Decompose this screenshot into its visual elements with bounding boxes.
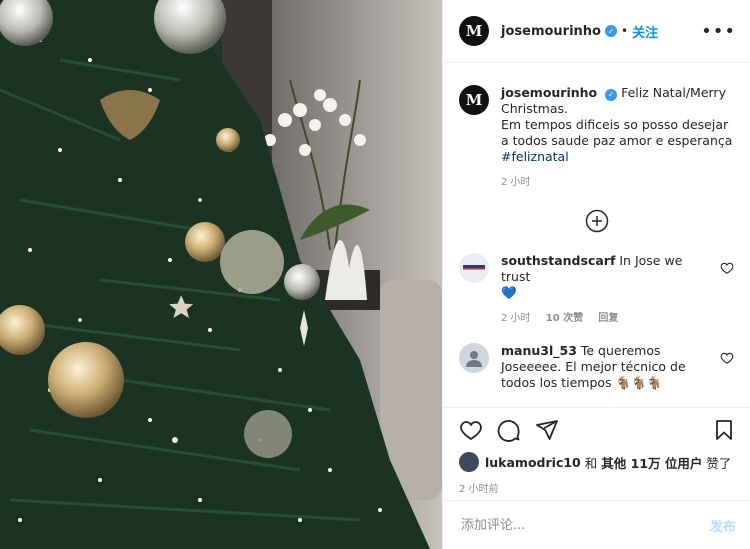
comments-section: M josemourinho ✓ Feliz Natal/Merry Chris… [443, 63, 750, 407]
comment-icon[interactable] [497, 418, 521, 442]
caption: M josemourinho ✓ Feliz Natal/Merry Chris… [443, 85, 750, 191]
comment-extra: 💙 [501, 285, 517, 300]
add-comment-bar: 发布 [443, 500, 750, 549]
comment-like-heart-icon[interactable] [720, 261, 734, 275]
likes-others[interactable]: 其他 11万 位用户 [601, 453, 702, 472]
comment: southstandscarf In Jose we trust 💙 2 小时 … [443, 253, 750, 327]
load-more-comments[interactable] [443, 209, 750, 233]
comment-body: manu3l_53 Te queremos Joseeeee. El mejor… [501, 343, 714, 391]
caption-body: josemourinho ✓ Feliz Natal/Merry Christm… [501, 85, 734, 191]
post-side-panel: M josemourinho ✓ • 关注 ••• M josemourinho… [442, 0, 750, 549]
bookmark-icon[interactable] [712, 418, 736, 442]
post-photo [0, 0, 442, 549]
post-comment-button[interactable]: 发布 [710, 516, 736, 535]
liker-avatar[interactable] [459, 452, 479, 472]
comment-like-heart-icon[interactable] [720, 351, 734, 365]
comment-time[interactable]: 2 小时 [501, 313, 531, 324]
post-actions: lukamodric10 和 其他 11万 位用户 赞了 2 小时前 [443, 407, 750, 495]
follow-button[interactable]: 关注 [632, 22, 658, 41]
commenter-avatar[interactable] [459, 343, 489, 373]
author-avatar[interactable]: M [459, 16, 489, 46]
liker-username[interactable]: lukamodric10 [485, 455, 581, 470]
post-modal: M josemourinho ✓ • 关注 ••• M josemourinho… [0, 0, 750, 549]
avatar-letter: M [465, 91, 483, 109]
more-icon[interactable]: ••• [701, 21, 736, 42]
comment-username[interactable]: manu3l_53 [501, 343, 577, 358]
likes-and: 和 [584, 455, 598, 471]
caption-username[interactable]: josemourinho [501, 85, 597, 100]
comment-body: southstandscarf In Jose we trust 💙 2 小时 … [501, 253, 714, 327]
scarf-logo-icon [463, 265, 485, 270]
comment-meta: 2 小时 10 次赞 回复 [501, 311, 714, 327]
comment-input[interactable] [459, 516, 710, 534]
hashtag-link[interactable]: #feliznatal [501, 149, 569, 164]
add-comments-icon[interactable] [585, 209, 609, 233]
caption-avatar[interactable]: M [459, 85, 489, 115]
comment-likes[interactable]: 10 次赞 [546, 313, 583, 324]
likes-suffix: 赞了 [706, 455, 732, 471]
action-icons [459, 418, 736, 442]
caption-time[interactable]: 2 小时 [501, 177, 531, 188]
caption-text-2: Em tempos dificeis so posso desejar a to… [501, 117, 733, 148]
likes-summary: lukamodric10 和 其他 11万 位用户 赞了 [459, 452, 736, 472]
commenter-avatar[interactable] [459, 253, 489, 283]
caption-meta: 2 小时 [501, 175, 734, 191]
post-timestamp[interactable]: 2 小时前 [459, 480, 736, 495]
separator-dot: • [620, 24, 629, 38]
heart-icon[interactable] [459, 418, 483, 442]
christmas-tree-image [0, 0, 442, 549]
avatar-letter: M [465, 22, 483, 40]
verified-badge-icon: ✓ [605, 89, 618, 101]
post-header: M josemourinho ✓ • 关注 ••• [443, 0, 750, 63]
author-username[interactable]: josemourinho [501, 24, 601, 39]
comment: manu3l_53 Te queremos Joseeeee. El mejor… [443, 343, 750, 391]
comment-reply-button[interactable]: 回复 [598, 313, 618, 324]
verified-badge-icon: ✓ [604, 25, 617, 37]
person-avatar-icon [466, 351, 482, 367]
share-icon[interactable] [535, 418, 559, 442]
comment-username[interactable]: southstandscarf [501, 253, 615, 268]
